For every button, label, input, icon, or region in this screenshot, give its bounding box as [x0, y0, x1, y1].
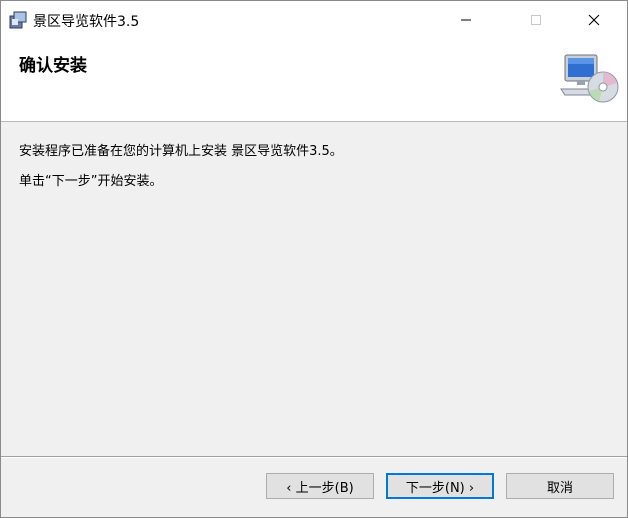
back-button[interactable]: ‹ 上一步(B) [266, 473, 374, 499]
maximize-button[interactable] [513, 1, 559, 39]
header-banner: 确认安装 [1, 39, 627, 122]
cancel-button[interactable]: 取消 [506, 473, 614, 499]
computer-cd-icon [559, 49, 619, 109]
close-icon [588, 14, 600, 26]
next-button[interactable]: 下一步(N) › [386, 473, 494, 499]
installer-app-icon [9, 11, 27, 29]
footer-divider [1, 456, 627, 458]
maximize-icon [531, 15, 541, 25]
installer-window: 景区导览软件3.5 确认安装 安装程序已准备在您的计算机上安装 景区导览软件3.… [0, 0, 628, 518]
close-button[interactable] [571, 1, 617, 39]
page-title: 确认安装 [19, 56, 87, 76]
window-title: 景区导览软件3.5 [33, 14, 140, 30]
title-bar[interactable]: 景区导览软件3.5 [1, 1, 627, 39]
minimize-icon [461, 19, 471, 21]
minimize-button[interactable] [443, 1, 489, 39]
instruction-message: 单击“下一步”开始安装。 [19, 174, 163, 189]
ready-message: 安装程序已准备在您的计算机上安装 景区导览软件3.5。 [19, 144, 343, 159]
content-area: 安装程序已准备在您的计算机上安装 景区导览软件3.5。 单击“下一步”开始安装。 [1, 122, 627, 455]
